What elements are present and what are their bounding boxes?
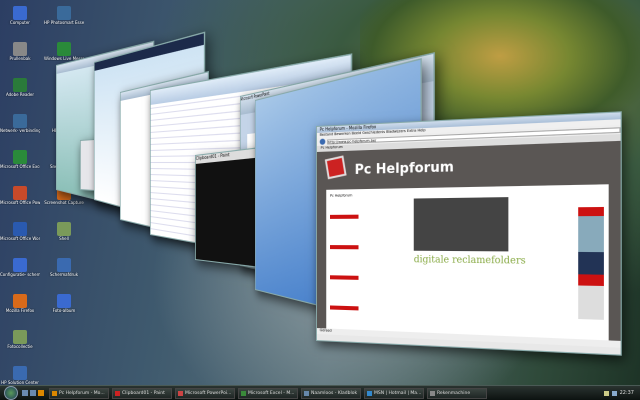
desktop-icon[interactable]: Microsoft Office PowerPoint 2007: [0, 184, 40, 220]
start-button[interactable]: [4, 386, 18, 400]
app-icon: [13, 186, 27, 200]
ad-column: [578, 206, 604, 320]
back-icon[interactable]: [319, 138, 326, 145]
desktop-icon-label: Shell: [59, 236, 69, 241]
taskbar-label: Naamloos - Kladblok: [311, 390, 358, 396]
window-firefox-helpforum[interactable]: Pc Helpforum - Mozilla Firefox Bestand B…: [316, 111, 622, 356]
app-icon: [13, 366, 27, 380]
clock[interactable]: 22:37: [620, 390, 634, 396]
taskbar-label: Rekenmachine: [437, 390, 471, 396]
desktop-icon[interactable]: Fotocollectie: [0, 328, 40, 364]
app-icon: [57, 294, 71, 308]
taskbar-button[interactable]: Naamloos - Kladblok: [301, 387, 361, 399]
app-icon: [13, 6, 27, 20]
desktop-icon[interactable]: Microsoft Office Word 2007: [0, 220, 40, 256]
volume-icon[interactable]: [611, 390, 617, 396]
desktop-icon-label: Fotocollectie: [7, 344, 33, 349]
app-icon: [13, 78, 27, 92]
site-logo-icon: [324, 155, 347, 180]
app-icon: [13, 42, 27, 56]
desktop-icon[interactable]: Mozilla Firefox: [0, 292, 40, 328]
app-icon: [57, 258, 71, 272]
desktop-icon-label: Mozilla Firefox: [5, 308, 35, 313]
desktop-icon[interactable]: HP Photosmart Essential: [44, 4, 84, 40]
app-icon: [367, 390, 372, 396]
app-icon: [430, 390, 435, 396]
desktop-icon[interactable]: Schermafdruk: [44, 256, 84, 292]
hero-banner: [413, 197, 509, 252]
taskbar: Pc Helpforum - Mo... Clipboard01 - Paint M…: [0, 385, 640, 400]
taskbar-label: Pc Helpforum - Mo...: [59, 390, 105, 396]
firefox-icon[interactable]: [38, 390, 44, 396]
taskbar-label: Clipboard01 - Paint: [122, 390, 165, 396]
desktop-icon-label: Computer: [10, 20, 30, 25]
taskbar-label: MSN | Hotmail | Ma...: [374, 390, 422, 396]
desktop-icon[interactable]: Prullenbak: [0, 40, 40, 76]
taskbar-button[interactable]: Microsoft Excel - M...: [238, 387, 298, 399]
desktop-icon-label: Foto-album: [52, 308, 76, 313]
desktop-icon-label: HP Photosmart Essential: [44, 20, 84, 25]
desktop-icon[interactable]: Shell: [44, 220, 84, 256]
app-icon: [13, 294, 27, 308]
switch-windows-icon[interactable]: [30, 390, 36, 396]
desktop-icon[interactable]: Netwerk- verbinding: [0, 112, 40, 148]
app-icon: [13, 114, 27, 128]
app-icon: [241, 390, 246, 396]
desktop-icon-label: Screenshot Capture: [44, 200, 84, 205]
taskbar-button[interactable]: Clipboard01 - Paint: [112, 387, 172, 399]
sidebar-menu: [329, 214, 359, 317]
taskbar-button[interactable]: Rekenmachine: [427, 387, 487, 399]
desktop-icon-label: Schermafdruk: [49, 272, 79, 277]
desktop-icon-label: Netwerk- verbinding: [0, 128, 40, 133]
show-desktop-icon[interactable]: [22, 390, 28, 396]
app-icon: [13, 330, 27, 344]
desktop-icon-label: Microsoft Office Excel 2007: [0, 164, 40, 169]
app-icon: [304, 390, 309, 396]
app-icon: [52, 390, 57, 396]
app-icon: [13, 258, 27, 272]
desktop-icon[interactable]: Configuratie- scherm: [0, 256, 40, 292]
app-icon: [57, 222, 71, 236]
app-icon: [115, 390, 120, 396]
app-icon: [13, 222, 27, 236]
taskbar-button[interactable]: Microsoft PowerPoi...: [175, 387, 235, 399]
taskbar-button[interactable]: Pc Helpforum - Mo...: [49, 387, 109, 399]
page-content: Pc Helpforum Pc Helpforum digitale recla…: [316, 140, 621, 341]
reclamefolders-banner[interactable]: digitale reclamefolders: [414, 255, 526, 267]
app-icon: [57, 42, 71, 56]
desktop-icon-label: Prullenbak: [9, 56, 31, 61]
system-tray: 22:37: [603, 390, 640, 396]
taskbar-label: Microsoft Excel - M...: [248, 390, 295, 396]
desktop-icons-col1: Computer Prullenbak Adobe Reader Netwerk- v…: [0, 4, 40, 400]
desktop-icon[interactable]: Microsoft Office Excel 2007: [0, 148, 40, 184]
app-icon: [13, 150, 27, 164]
desktop-icon-label: Microsoft Office PowerPoint 2007: [0, 200, 40, 205]
desktop-icon-label: Microsoft Office Word 2007: [0, 236, 40, 241]
network-icon[interactable]: [603, 390, 609, 396]
site-title: Pc Helpforum: [354, 159, 454, 179]
desktop-icon[interactable]: Foto-album: [44, 292, 84, 328]
desktop-icon[interactable]: Adobe Reader: [0, 76, 40, 112]
desktop-icon[interactable]: Computer: [0, 4, 40, 40]
taskbar-button[interactable]: MSN | Hotmail | Ma...: [364, 387, 424, 399]
taskbar-label: Microsoft PowerPoi...: [185, 390, 232, 396]
app-icon: [178, 390, 183, 396]
desktop-icon-label: Adobe Reader: [5, 92, 35, 97]
app-icon: [57, 6, 71, 20]
desktop-icon-label: Configuratie- scherm: [0, 272, 40, 277]
